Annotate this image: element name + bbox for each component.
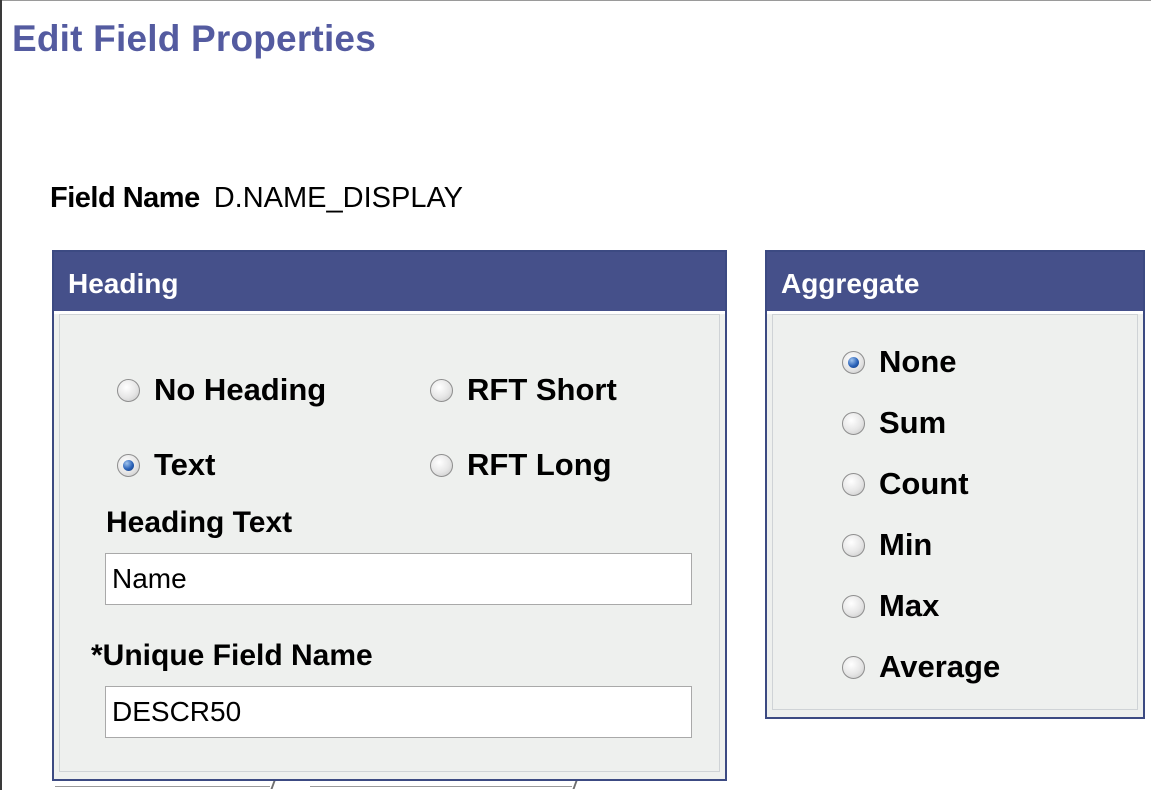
radio-no-heading[interactable]: No Heading bbox=[117, 372, 326, 408]
field-name-value: D.NAME_DISPLAY bbox=[213, 182, 463, 214]
heading-group-body: No Heading RFT Short Text RFT Long Headi… bbox=[59, 314, 720, 772]
radio-rft-long[interactable]: RFT Long bbox=[430, 447, 612, 483]
radio-text[interactable]: Text bbox=[117, 447, 215, 483]
radio-aggregate-average-label: Average bbox=[879, 649, 1001, 684]
radio-rft-short[interactable]: RFT Short bbox=[430, 372, 617, 408]
radio-aggregate-none-selected-icon[interactable] bbox=[842, 350, 865, 374]
aggregate-group-body: None Sum Count Min Max Average bbox=[772, 314, 1138, 710]
field-name-label: Field Name bbox=[50, 182, 200, 214]
radio-aggregate-sum-label: Sum bbox=[879, 405, 947, 440]
field-name-row: Field Name D.NAME_DISPLAY bbox=[50, 182, 463, 215]
radio-no-heading-label: No Heading bbox=[154, 372, 327, 407]
edit-field-properties-page: Edit Field Properties Field Name D.NAME_D… bbox=[0, 0, 1151, 790]
radio-aggregate-none-label: None bbox=[879, 344, 957, 379]
heading-group-header: Heading bbox=[54, 252, 725, 314]
radio-aggregate-min-icon[interactable] bbox=[842, 533, 865, 557]
radio-aggregate-count[interactable]: Count bbox=[842, 466, 969, 502]
radio-rft-long-label: RFT Long bbox=[467, 447, 612, 482]
radio-aggregate-max[interactable]: Max bbox=[842, 588, 939, 624]
radio-aggregate-average[interactable]: Average bbox=[842, 649, 1000, 685]
cutoff-button-right[interactable] bbox=[310, 781, 578, 790]
radio-rft-short-label: RFT Short bbox=[467, 372, 617, 407]
left-divider bbox=[0, 0, 2, 790]
unique-field-name-label: *Unique Field Name bbox=[91, 639, 373, 672]
unique-field-name-input[interactable] bbox=[105, 686, 692, 738]
radio-aggregate-max-label: Max bbox=[879, 588, 940, 623]
heading-text-label: Heading Text bbox=[106, 506, 293, 539]
radio-no-heading-icon[interactable] bbox=[117, 378, 140, 402]
radio-aggregate-min[interactable]: Min bbox=[842, 527, 932, 563]
heading-text-input[interactable] bbox=[105, 553, 692, 605]
radio-text-selected-icon[interactable] bbox=[117, 453, 140, 477]
radio-aggregate-max-icon[interactable] bbox=[842, 594, 865, 618]
aggregate-group: Aggregate None Sum Count Min Max Average bbox=[765, 250, 1145, 719]
page-title: Edit Field Properties bbox=[12, 18, 376, 59]
radio-rft-short-icon[interactable] bbox=[430, 378, 453, 402]
radio-aggregate-min-label: Min bbox=[879, 527, 933, 562]
cutoff-button-left[interactable] bbox=[55, 781, 276, 790]
top-divider bbox=[0, 0, 1151, 1]
radio-rft-long-icon[interactable] bbox=[430, 453, 453, 477]
radio-aggregate-count-icon[interactable] bbox=[842, 472, 865, 496]
radio-aggregate-count-label: Count bbox=[879, 466, 969, 501]
cutoff-edge-left bbox=[270, 781, 276, 789]
heading-group: Heading No Heading RFT Short Text RFT Lo… bbox=[52, 250, 727, 781]
cutoff-edge-right bbox=[572, 781, 578, 789]
radio-aggregate-none[interactable]: None bbox=[842, 344, 957, 380]
radio-text-label: Text bbox=[154, 447, 216, 482]
radio-aggregate-sum-icon[interactable] bbox=[842, 411, 865, 435]
radio-aggregate-average-icon[interactable] bbox=[842, 655, 865, 679]
aggregate-group-header: Aggregate bbox=[767, 252, 1143, 314]
radio-aggregate-sum[interactable]: Sum bbox=[842, 405, 946, 441]
